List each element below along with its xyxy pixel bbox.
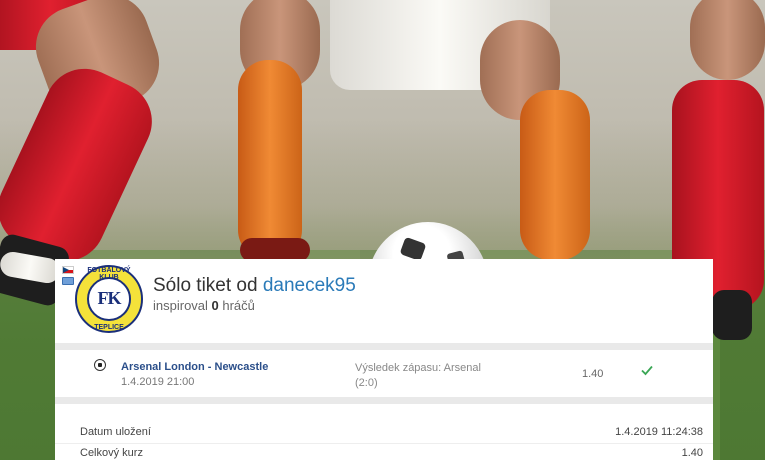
inspired-count: inspiroval 0 hráčů [153, 298, 255, 313]
id-card-icon [62, 277, 74, 285]
logo-letters: FK [97, 288, 122, 308]
username-link[interactable]: danecek95 [263, 275, 356, 296]
match-datetime: 1.4.2019 21:00 [121, 376, 195, 388]
bet-market: Výsledek zápasu: Arsenal (2:0) [355, 362, 481, 389]
summary-row: Celkový kurz 1.40 [55, 447, 713, 460]
divider [55, 397, 713, 404]
bet-row: Arsenal London - Newcastle 1.4.2019 21:0… [55, 351, 713, 396]
czech-flag-icon [62, 266, 74, 274]
summary-value: 1.40 [681, 447, 703, 459]
summary-label: Celkový kurz [80, 447, 143, 459]
club-logo[interactable]: FOTBALOVÝ KLUB FK TEPLICE [75, 265, 143, 333]
summary-label: Datum uložení [80, 426, 151, 438]
match-link[interactable]: Arsenal London - Newcastle [121, 361, 268, 373]
football-icon [94, 359, 106, 371]
divider [55, 343, 713, 350]
summary-value: 1.4.2019 11:24:38 [615, 426, 703, 438]
ticket-title: Sólo tiket od danecek95 [153, 275, 356, 296]
check-icon [641, 365, 653, 376]
logo-bottom-text: TEPLICE [94, 324, 124, 331]
ticket-card: FOTBALOVÝ KLUB FK TEPLICE Sólo tiket od … [55, 259, 713, 460]
bet-odds: 1.40 [582, 368, 604, 380]
